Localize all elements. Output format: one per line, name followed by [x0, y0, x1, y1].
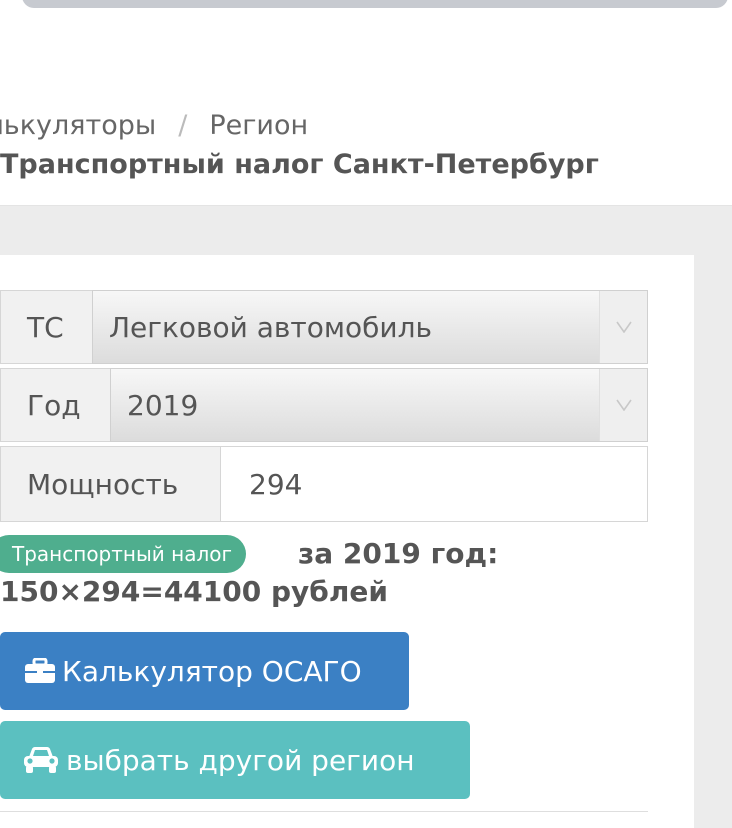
- chevron-down-icon[interactable]: [599, 369, 647, 441]
- car-icon: [22, 746, 60, 774]
- vehicle-type-label: ТС: [0, 290, 93, 364]
- power-input[interactable]: 294: [220, 446, 648, 522]
- breadcrumb-item-calculators[interactable]: алькуляторы: [0, 110, 156, 141]
- breadcrumb: алькуляторы / Регион: [0, 110, 308, 141]
- osago-button-label: Калькулятор ОСАГО: [62, 654, 362, 688]
- breadcrumb-item-region[interactable]: Регион: [209, 110, 308, 141]
- briefcase-icon: [24, 658, 56, 684]
- address-bar[interactable]: [22, 0, 728, 8]
- year-label: Год: [0, 368, 111, 442]
- page-header: алькуляторы / Регион Транспортный налог Са…: [0, 30, 732, 206]
- choose-region-button[interactable]: выбрать другой регион: [0, 721, 470, 799]
- result-year-text: за 2019 год:: [298, 537, 499, 570]
- vehicle-type-value: Легковой автомобиль: [109, 310, 432, 344]
- page-title: Транспортный налог Санкт-Петербург: [0, 149, 599, 180]
- vehicle-type-row: ТС Легковой автомобиль: [0, 290, 648, 364]
- power-label: Мощность: [0, 446, 222, 522]
- osago-calculator-button[interactable]: Калькулятор ОСАГО: [0, 632, 409, 710]
- year-row: Год 2019: [0, 368, 648, 442]
- region-button-label: выбрать другой регион: [66, 743, 415, 777]
- result-calculation: 150×294=44100 рублей: [0, 575, 388, 608]
- browser-top-bar: [0, 0, 732, 31]
- breadcrumb-separator: /: [178, 110, 188, 141]
- year-select[interactable]: 2019: [110, 368, 648, 442]
- tax-badge: Транспортный налог: [0, 535, 246, 573]
- chevron-down-icon[interactable]: [599, 291, 647, 363]
- year-value: 2019: [127, 388, 199, 422]
- vehicle-type-select[interactable]: Легковой автомобиль: [92, 290, 648, 364]
- power-row: Мощность 294: [0, 446, 648, 522]
- divider: [0, 811, 648, 812]
